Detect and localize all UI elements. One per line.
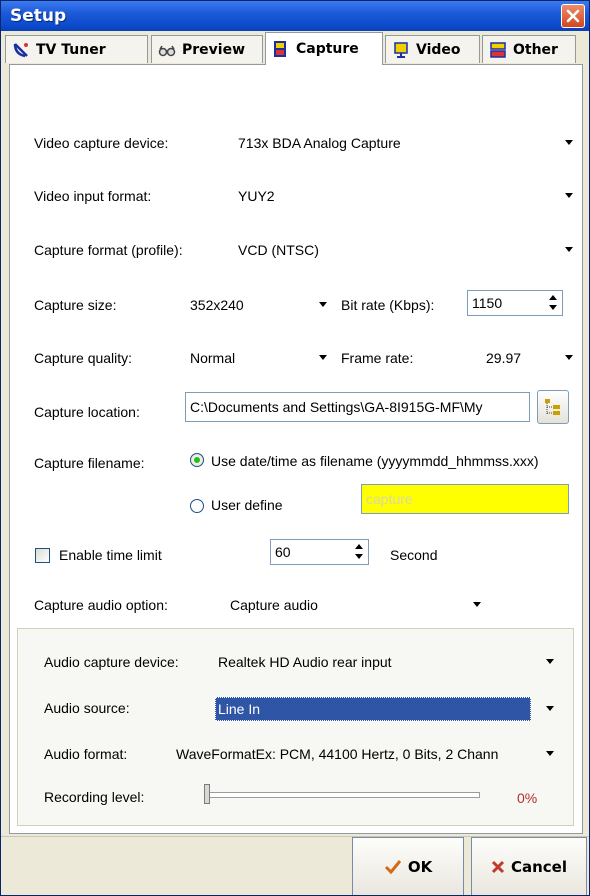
time-limit-spinner[interactable]: 60	[270, 539, 369, 565]
capture-quality-label: Capture quality:	[34, 350, 133, 366]
close-button[interactable]	[561, 4, 585, 28]
monitor-icon	[394, 41, 408, 58]
cancel-button[interactable]: Cancel	[471, 837, 587, 895]
time-limit-label: Enable time limit	[59, 547, 162, 563]
video-device-select[interactable]: 713x BDA Analog Capture	[232, 130, 576, 156]
spinner-arrows-icon[interactable]	[545, 292, 561, 314]
satellite-dish-icon	[13, 42, 28, 57]
chevron-down-icon	[473, 602, 481, 607]
chevron-down-icon	[565, 193, 573, 198]
capture-size-label: Capture size:	[34, 297, 117, 313]
tab-preview[interactable]: Preview	[151, 35, 263, 63]
tab-label: Capture	[296, 41, 359, 57]
capture-format-select[interactable]: VCD (NTSC)	[232, 237, 576, 263]
glasses-icon	[158, 45, 176, 56]
browse-folder-button[interactable]	[537, 390, 569, 424]
capture-location-field[interactable]: C:\Documents and Settings\GA-8I915G-MF\M…	[185, 392, 530, 422]
chevron-down-icon	[565, 247, 573, 252]
recording-level-thumb[interactable]	[204, 784, 210, 804]
film-capture-icon	[274, 41, 286, 57]
frame-rate-select[interactable]: 29.97	[480, 345, 576, 371]
chevron-down-icon	[546, 659, 554, 664]
ok-button[interactable]: OK	[352, 837, 464, 895]
tab-label: Preview	[182, 41, 246, 58]
selection-highlight	[215, 697, 531, 721]
bit-rate-spinner[interactable]: 1150	[467, 290, 563, 316]
spinner-arrows-icon[interactable]	[351, 541, 367, 563]
recording-level-label: Recording level:	[44, 789, 145, 805]
checkmark-icon	[384, 859, 401, 874]
capture-size-select[interactable]: 352x240	[184, 292, 330, 318]
tab-label: TV Tuner	[36, 41, 106, 58]
audio-source-select[interactable]: Line In	[212, 696, 557, 722]
chevron-down-icon	[546, 706, 554, 711]
audio-format-select[interactable]: WaveFormatEx: PCM, 44100 Hertz, 0 Bits, …	[170, 741, 557, 767]
tab-other[interactable]: Other	[482, 35, 576, 63]
time-limit-unit: Second	[390, 547, 438, 563]
audio-settings-group: Audio capture device: Realtek HD Audio r…	[17, 628, 574, 826]
chevron-down-icon	[546, 751, 554, 756]
user-filename-field[interactable]: capture	[361, 484, 569, 514]
audio-format-label: Audio format:	[44, 746, 128, 762]
radio-user-define[interactable]	[190, 499, 204, 513]
video-input-format-label: Video input format:	[34, 188, 152, 204]
recording-level-value: 0%	[517, 790, 538, 806]
chevron-down-icon	[565, 140, 573, 145]
title-bar[interactable]: Setup	[1, 1, 589, 31]
bit-rate-label: Bit rate (Kbps):	[341, 297, 435, 313]
tab-tv-tuner[interactable]: TV Tuner	[5, 35, 148, 63]
video-device-label: Video capture device:	[34, 135, 169, 151]
setup-window: Setup TV Tuner Preview Capture Video Oth…	[0, 0, 590, 896]
chevron-down-icon	[565, 355, 573, 360]
folder-tree-icon	[545, 399, 560, 415]
radio-date-time-label: Use date/time as filename (yyyymmdd_hhmm…	[211, 453, 539, 469]
capture-filename-label: Capture filename:	[34, 455, 145, 471]
audio-option-label: Capture audio option:	[34, 597, 168, 613]
capture-location-label: Capture location:	[34, 404, 140, 420]
audio-option-select[interactable]: Capture audio	[224, 592, 484, 618]
tab-strip: TV Tuner Preview Capture Video Other	[1, 31, 589, 65]
capture-quality-select[interactable]: Normal	[184, 345, 330, 371]
video-input-format-select[interactable]: YUY2	[232, 183, 576, 209]
tab-capture[interactable]: Capture	[265, 32, 383, 65]
audio-device-select[interactable]: Realtek HD Audio rear input	[212, 649, 557, 675]
x-icon	[491, 860, 505, 873]
audio-device-label: Audio capture device:	[44, 654, 179, 670]
window-title: Setup	[10, 6, 67, 26]
tab-label: Other	[513, 41, 558, 58]
tab-label: Video	[416, 41, 461, 58]
close-icon	[566, 9, 580, 23]
time-limit-checkbox[interactable]	[35, 548, 50, 563]
frame-rate-label: Frame rate:	[341, 350, 414, 366]
radio-user-define-label: User define	[211, 497, 283, 513]
other-settings-icon	[490, 41, 506, 58]
capture-format-label: Capture format (profile):	[34, 242, 183, 258]
chevron-down-icon	[319, 355, 327, 360]
radio-date-time[interactable]	[190, 453, 204, 467]
tab-video[interactable]: Video	[385, 35, 480, 63]
audio-source-label: Audio source:	[44, 700, 130, 716]
chevron-down-icon	[319, 302, 327, 307]
recording-level-track	[204, 792, 480, 798]
